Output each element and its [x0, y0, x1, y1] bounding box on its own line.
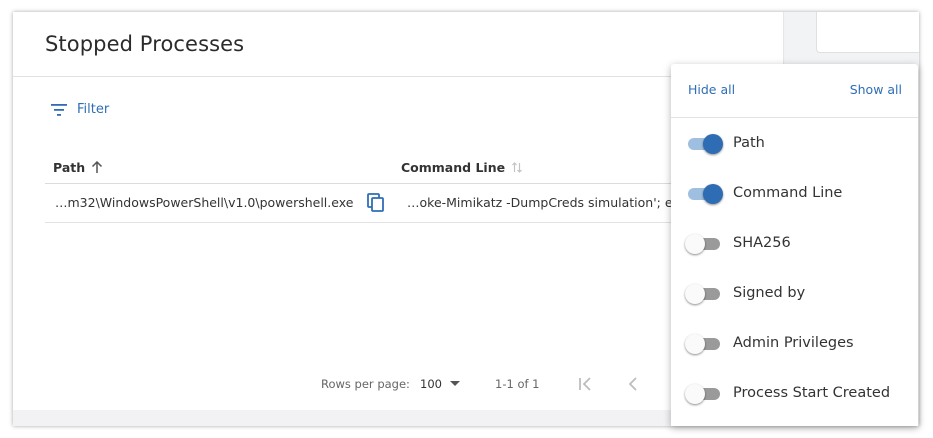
toggle-label: Command Line [733, 185, 843, 201]
rows-per-page-label: Rows per page: [321, 377, 410, 391]
arrow-up-icon [92, 161, 103, 173]
page-title: Stopped Processes [45, 32, 245, 56]
pagination-range: 1-1 of 1 [495, 377, 540, 391]
column-toggle-process-start-created[interactable]: Process Start Created [685, 382, 907, 404]
previous-page-icon[interactable] [628, 377, 638, 391]
toggle-label: Process Start Created [733, 385, 891, 401]
filter-button[interactable]: Filter [51, 102, 109, 117]
column-label: Command Line [401, 160, 506, 175]
column-header-path[interactable]: Path [53, 160, 103, 175]
caret-down-icon [449, 381, 460, 386]
toggle-label: Path [733, 135, 765, 151]
menu-header: Hide all Show all [671, 64, 918, 118]
toggle-switch[interactable] [687, 184, 723, 204]
hide-all-button[interactable]: Hide all [688, 82, 735, 97]
toggle-switch[interactable] [685, 384, 723, 404]
toggle-label: SHA256 [733, 235, 791, 251]
column-label: Path [53, 160, 86, 175]
stopped-processes-card: Stopped Processes Filter Path Command Li… [13, 12, 785, 410]
first-page-icon[interactable] [578, 377, 592, 391]
filter-label: Filter [77, 102, 110, 117]
toggle-switch[interactable] [685, 234, 723, 254]
divider [13, 76, 784, 77]
copy-icon[interactable] [367, 193, 385, 213]
show-all-button[interactable]: Show all [850, 82, 902, 97]
column-toggle-signed-by[interactable]: Signed by [685, 282, 907, 304]
column-visibility-menu: Hide all Show all Path Command Line SHA2… [671, 64, 918, 426]
column-toggle-sha256[interactable]: SHA256 [685, 232, 907, 254]
toggle-switch[interactable] [685, 284, 723, 304]
toggle-switch[interactable] [687, 134, 723, 154]
column-header-command-line[interactable]: Command Line [401, 160, 523, 175]
toggle-label: Signed by [733, 285, 806, 301]
toggle-label: Admin Privileges [733, 335, 854, 351]
path-cell: …m32\WindowsPowerShell\v1.0\powershell.e… [55, 195, 354, 210]
column-toggle-command-line[interactable]: Command Line [687, 182, 907, 204]
toggle-switch[interactable] [685, 334, 723, 354]
filter-icon [51, 103, 67, 116]
sort-icon [512, 162, 523, 173]
column-toggle-path[interactable]: Path [687, 132, 907, 154]
rows-per-page-value: 100 [420, 377, 442, 391]
column-toggle-admin-privileges[interactable]: Admin Privileges [685, 332, 907, 354]
background-card [816, 12, 919, 53]
command-line-cell: …oke-Mimikatz -DumpCreds simulation'; e [407, 195, 673, 210]
rows-per-page-select[interactable]: 100 [420, 377, 460, 391]
